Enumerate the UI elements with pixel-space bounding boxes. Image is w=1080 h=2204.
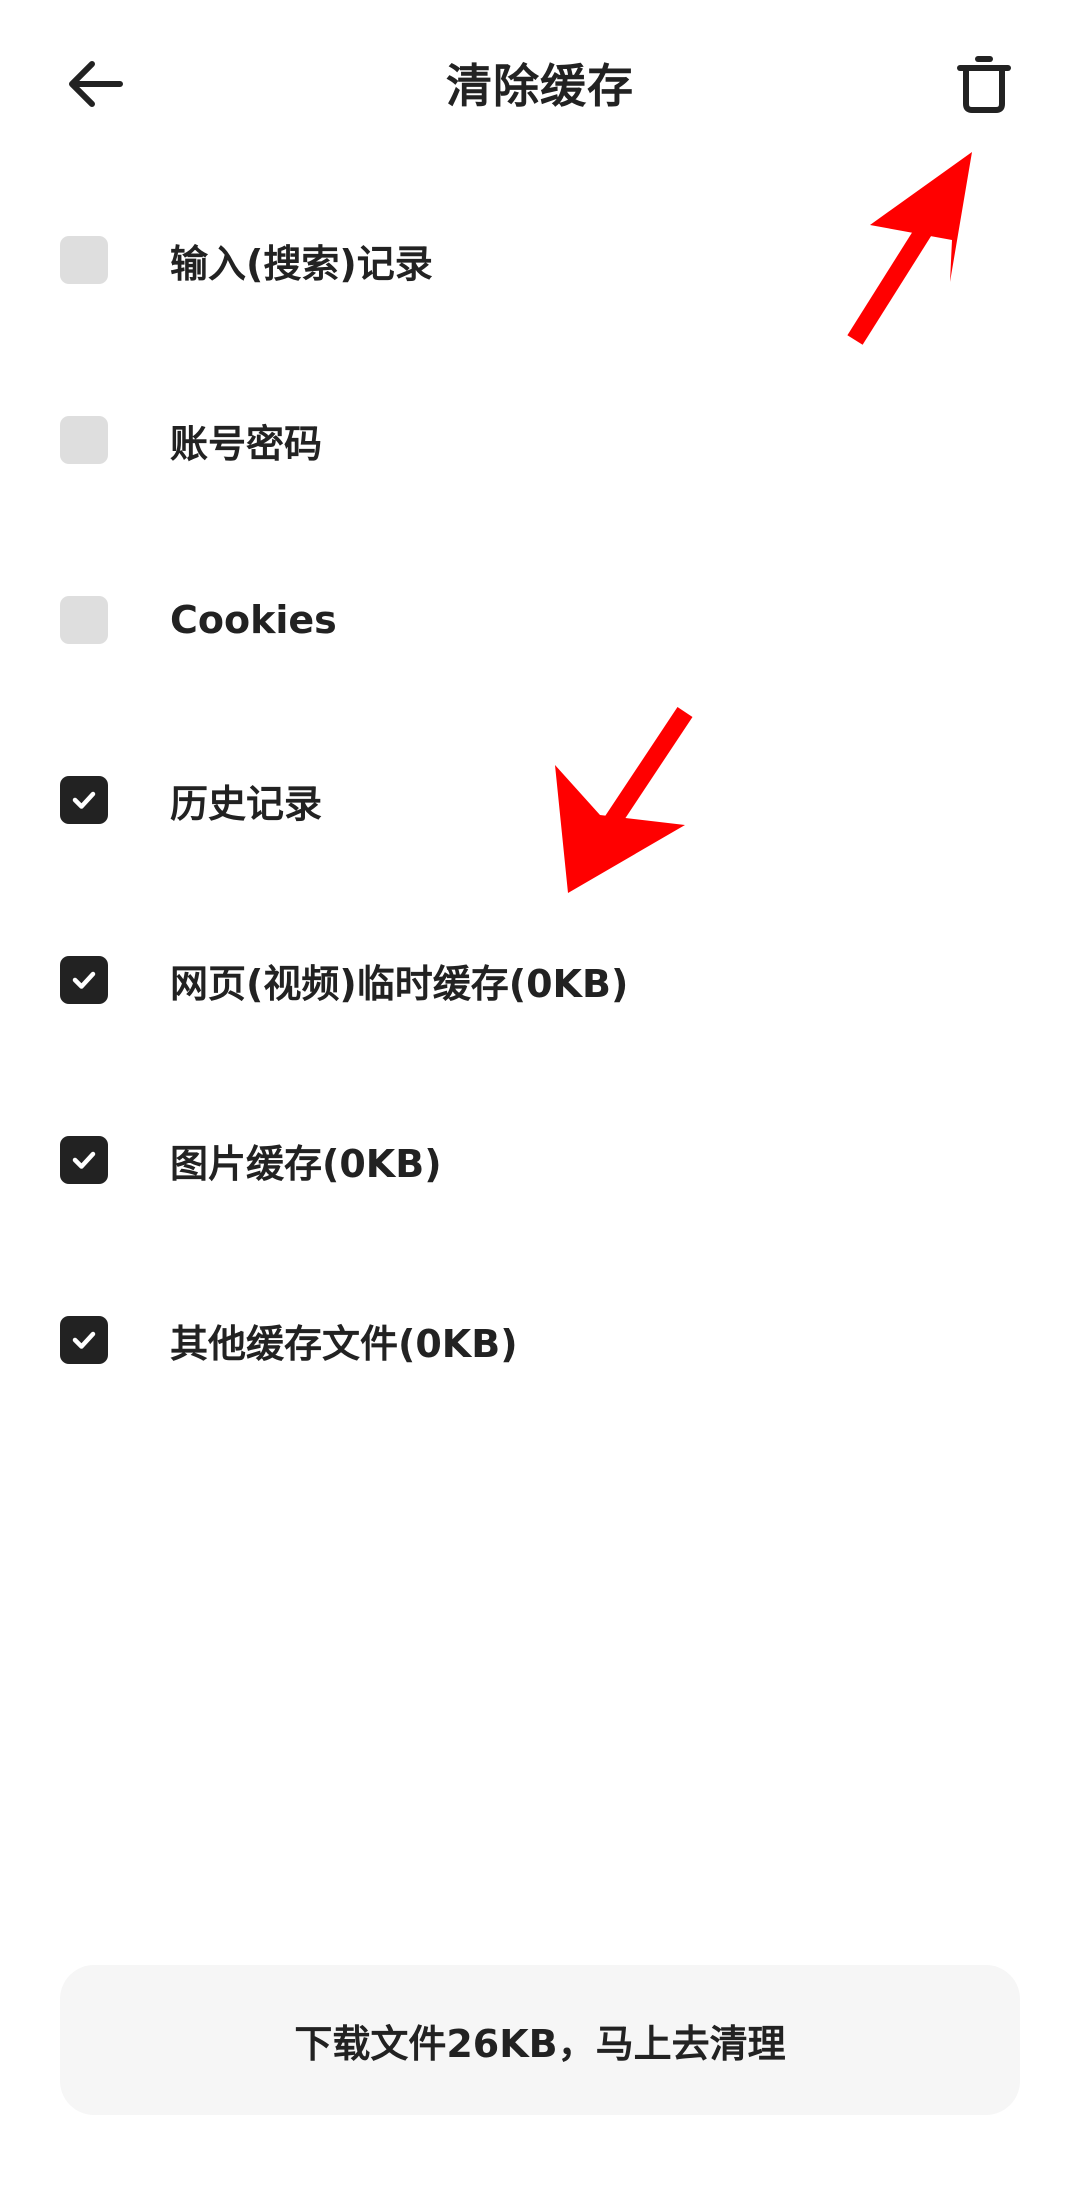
option-label: 图片缓存(0KB) — [170, 1141, 442, 1186]
option-row-image-cache[interactable]: 图片缓存(0KB) — [0, 1100, 1080, 1220]
checkbox[interactable] — [60, 596, 108, 644]
check-icon — [72, 791, 96, 809]
option-row-web-video-cache[interactable]: 网页(视频)临时缓存(0KB) — [0, 920, 1080, 1040]
clean-downloads-label: 下载文件26KB，马上去清理 — [294, 2021, 786, 2066]
trash-icon — [957, 56, 1011, 113]
option-row-other-cache[interactable]: 其他缓存文件(0KB) — [0, 1280, 1080, 1400]
header-bar: 清除缓存 — [0, 0, 1080, 168]
check-icon — [72, 1331, 96, 1349]
option-label: Cookies — [170, 598, 337, 642]
option-label: 其他缓存文件(0KB) — [170, 1321, 518, 1366]
option-label: 网页(视频)临时缓存(0KB) — [170, 961, 629, 1006]
checkbox[interactable] — [60, 776, 108, 824]
trash-button[interactable] — [944, 44, 1024, 124]
checkbox[interactable] — [60, 236, 108, 284]
checkbox[interactable] — [60, 956, 108, 1004]
option-label: 输入(搜索)记录 — [170, 241, 433, 286]
check-icon — [72, 971, 96, 989]
checkbox[interactable] — [60, 1316, 108, 1364]
option-row-history[interactable]: 历史记录 — [0, 740, 1080, 860]
option-label: 账号密码 — [170, 421, 323, 466]
option-row-cookies[interactable]: Cookies — [0, 560, 1080, 680]
page-title: 清除缓存 — [446, 59, 634, 113]
option-row-input-record[interactable]: 输入(搜索)记录 — [0, 200, 1080, 320]
checkbox[interactable] — [60, 1136, 108, 1184]
clean-downloads-button[interactable]: 下载文件26KB，马上去清理 — [60, 1965, 1020, 2115]
option-row-account-password[interactable]: 账号密码 — [0, 380, 1080, 500]
option-label: 历史记录 — [170, 781, 323, 826]
checkbox[interactable] — [60, 416, 108, 464]
check-icon — [72, 1151, 96, 1169]
